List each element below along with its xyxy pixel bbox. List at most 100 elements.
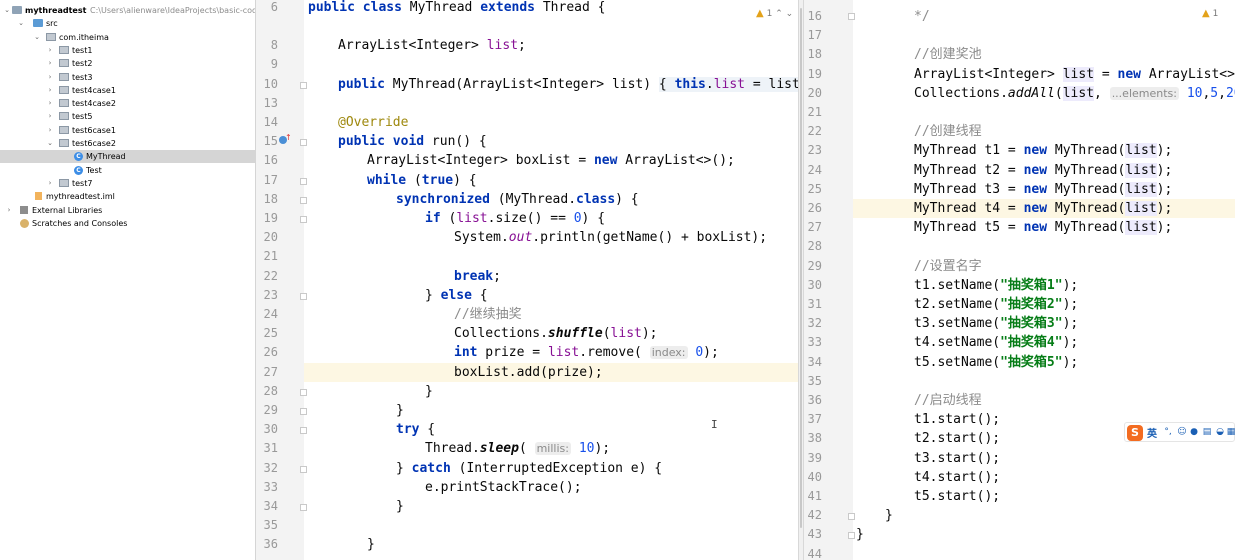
tree-item-mythread[interactable]: C MyThread — [0, 150, 255, 163]
ime-toolbar[interactable]: S 英 °, ☺ ● ▤ ◒ ▦ — [1124, 422, 1235, 442]
code-line[interactable]: System.out.println(getName() + boxList); — [304, 228, 798, 247]
code-line[interactable]: t5.setName("抽奖箱5"); — [853, 353, 1235, 372]
skin-icon[interactable]: ◒ — [1215, 426, 1225, 438]
code-line[interactable]: } — [304, 535, 798, 554]
line-number: 34 — [263, 499, 278, 513]
code-line[interactable]: } — [304, 497, 798, 516]
code-line[interactable]: } — [853, 525, 1235, 544]
code-text: .size() == — [487, 211, 574, 226]
code-line[interactable]: MyThread t1 = new MyThread(list); — [853, 141, 1235, 160]
chevron-up-icon[interactable]: ⌃ — [775, 9, 783, 19]
tree-item-test4case2[interactable]: › test4case2 — [0, 97, 255, 110]
editor-test[interactable]: 16 17 18 19 20 21 22 23 24 25 26 27 28 2… — [804, 0, 1235, 560]
keyboard-icon[interactable]: ▤ — [1202, 426, 1212, 438]
tree-item-test5[interactable]: › test5 — [0, 110, 255, 123]
chevron-down-icon[interactable]: ⌄ — [46, 137, 54, 150]
code-line[interactable]: t1.setName("抽奖箱1"); — [853, 276, 1235, 295]
tree-item-iml[interactable]: mythreadtest.iml — [0, 190, 255, 203]
chevron-down-icon[interactable]: ⌄ — [786, 9, 794, 19]
comment[interactable]: */ — [853, 7, 1235, 26]
chevron-right-icon[interactable]: › — [46, 110, 54, 123]
code-line[interactable]: } — [853, 506, 1235, 525]
code-line[interactable]: t3.setName("抽奖箱3"); — [853, 314, 1235, 333]
toolbox-icon[interactable]: ▦ — [1226, 426, 1235, 438]
tree-item-src[interactable]: ⌄ src — [0, 17, 255, 30]
emoji-icon[interactable]: ☺ — [1177, 426, 1187, 438]
tree-item-test7[interactable]: › test7 — [0, 177, 255, 190]
code-line[interactable]: public class MyThread extends Thread { — [304, 0, 798, 17]
tree-item-package[interactable]: ⌄ com.itheima — [0, 31, 255, 44]
inspection-indicator[interactable]: ▲ 1 ⌃ ⌄ — [756, 8, 793, 19]
chevron-right-icon[interactable]: › — [46, 57, 54, 70]
editor-mythread[interactable]: 6 8 9 10 13 14 15 16 17 18 19 20 21 22 2… — [256, 0, 798, 560]
code-line[interactable]: ArrayList<Integer> list; — [304, 36, 798, 55]
code-line[interactable]: break; — [304, 267, 798, 286]
mic-icon[interactable]: ● — [1189, 426, 1199, 438]
code-line[interactable]: public MyThread(ArrayList<Integer> list)… — [304, 75, 798, 94]
chevron-down-icon[interactable]: ⌄ — [33, 31, 41, 44]
code-line[interactable]: } — [304, 382, 798, 401]
ime-language-toggle[interactable]: 英 — [1147, 425, 1157, 440]
code-line[interactable]: } — [304, 401, 798, 420]
code-line[interactable]: t4.setName("抽奖箱4"); — [853, 333, 1235, 352]
code-line[interactable]: ArrayList<Integer> boxList = new ArrayLi… — [304, 151, 798, 170]
code-line[interactable]: ArrayList<Integer> list = new ArrayList<… — [853, 65, 1235, 84]
tree-item-test3[interactable]: › test3 — [0, 71, 255, 84]
punctuation-icon[interactable]: °, — [1163, 426, 1173, 438]
comment[interactable]: //设置名字 — [853, 257, 1235, 276]
code-text: ( — [406, 173, 422, 188]
chevron-right-icon[interactable]: › — [46, 97, 54, 110]
tree-item-test[interactable]: C Test — [0, 164, 255, 177]
scrollbar-thumb[interactable] — [800, 8, 802, 528]
code-line[interactable]: Thread.sleep( millis: 10); — [304, 439, 798, 458]
code-line[interactable]: t3.start(); — [853, 449, 1235, 468]
comment[interactable]: //创建奖池 — [853, 45, 1235, 64]
code-line[interactable]: if (list.size() == 0) { — [304, 209, 798, 228]
tree-item-test4case1[interactable]: › test4case1 — [0, 84, 255, 97]
tree-item-scratches[interactable]: Scratches and Consoles — [0, 217, 255, 230]
code-line[interactable]: MyThread t5 = new MyThread(list); — [853, 218, 1235, 237]
tree-item-test2[interactable]: › test2 — [0, 57, 255, 70]
code-line[interactable]: t2.setName("抽奖箱2"); — [853, 295, 1235, 314]
local-variable: list — [1125, 220, 1157, 235]
code-line[interactable]: int prize = list.remove( index: 0); — [304, 343, 798, 362]
chevron-right-icon[interactable]: › — [5, 204, 13, 217]
code-line[interactable]: e.printStackTrace(); — [304, 478, 798, 497]
tree-item-test6case2[interactable]: ⌄ test6case2 — [0, 137, 255, 150]
chevron-down-icon[interactable]: ⌄ — [3, 4, 11, 17]
chevron-right-icon[interactable]: › — [46, 84, 54, 97]
code-text: ); — [594, 441, 611, 456]
code-line[interactable]: synchronized (MyThread.class) { — [304, 190, 798, 209]
field: list — [713, 77, 746, 92]
current-line[interactable]: boxList.add(prize); — [304, 363, 798, 382]
java-class-icon: C — [74, 152, 83, 161]
code-line[interactable]: } else { — [304, 286, 798, 305]
code-line[interactable]: try { — [304, 420, 798, 439]
code-line[interactable]: MyThread t2 = new MyThread(list); — [853, 161, 1235, 180]
chevron-right-icon[interactable]: › — [46, 124, 54, 137]
inspection-indicator[interactable]: ▲ 1 — [1202, 8, 1218, 19]
comment[interactable]: //创建线程 — [853, 122, 1235, 141]
tree-item-external-libraries[interactable]: › External Libraries — [0, 204, 255, 217]
code-line[interactable]: while (true) { — [304, 171, 798, 190]
sogou-logo-icon[interactable]: S — [1127, 425, 1143, 441]
code-line[interactable]: MyThread t3 = new MyThread(list); — [853, 180, 1235, 199]
code-line[interactable]: } catch (InterruptedException e) { — [304, 459, 798, 478]
comment[interactable]: //继续抽奖 — [304, 305, 798, 324]
chevron-right-icon[interactable]: › — [46, 177, 54, 190]
current-line[interactable]: MyThread t4 = new MyThread(list); — [853, 199, 1235, 218]
tree-item-test6case1[interactable]: › test6case1 — [0, 124, 255, 137]
code-line[interactable]: t4.start(); — [853, 468, 1235, 487]
chevron-right-icon[interactable]: › — [46, 71, 54, 84]
chevron-down-icon[interactable]: ⌄ — [17, 17, 25, 30]
code-line[interactable]: Collections.shuffle(list); — [304, 324, 798, 343]
code-line[interactable]: Collections.addAll(list, ...elements: 10… — [853, 84, 1235, 103]
chevron-right-icon[interactable]: › — [46, 44, 54, 57]
folded-region[interactable]: { — [658, 77, 675, 92]
tree-item-project[interactable]: ⌄ mythreadtest C:\Users\alienware\IdeaPr… — [0, 4, 255, 17]
annotation[interactable]: @Override — [304, 113, 798, 132]
code-line[interactable]: public void run() { — [304, 132, 798, 151]
comment[interactable]: //启动线程 — [853, 391, 1235, 410]
code-line[interactable]: t5.start(); — [853, 487, 1235, 506]
tree-item-test1[interactable]: › test1 — [0, 44, 255, 57]
